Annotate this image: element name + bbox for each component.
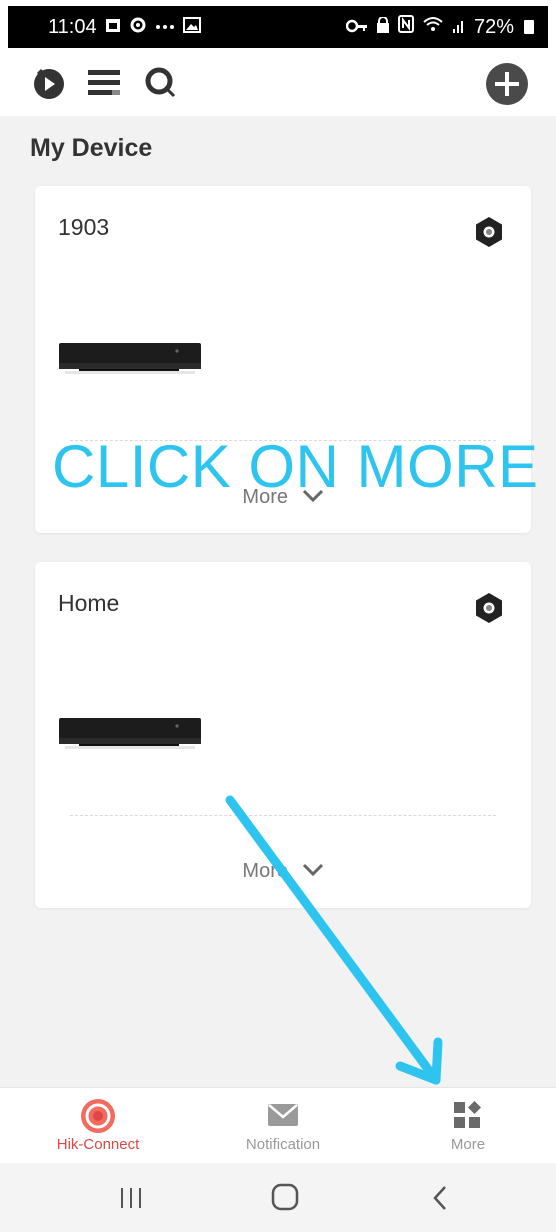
home-icon[interactable]	[271, 1183, 299, 1218]
nav-label-notification: Notification	[245, 1136, 321, 1153]
grid-icon	[453, 1101, 481, 1134]
hik-connect-icon	[80, 1098, 116, 1139]
bottom-nav: Hik-Connect Notification More	[0, 1087, 556, 1164]
nav-label-more: More	[450, 1136, 486, 1153]
nav-label-hik-connect: Hik-Connect	[56, 1136, 140, 1153]
recents-icon[interactable]	[118, 1185, 144, 1216]
system-nav-bar	[0, 1163, 556, 1232]
overlay-arrow	[225, 795, 443, 1085]
envelope-icon	[268, 1104, 298, 1131]
back-icon[interactable]	[430, 1185, 450, 1216]
